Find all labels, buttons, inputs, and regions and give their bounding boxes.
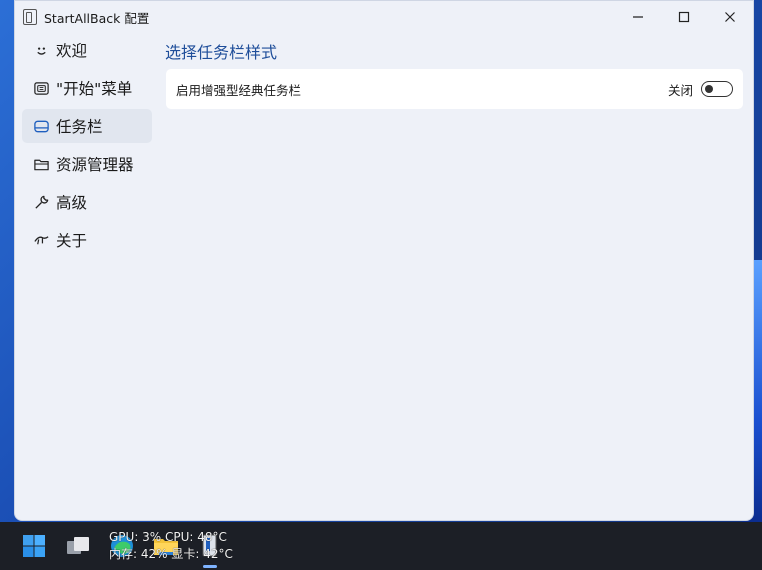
minimize-button[interactable] xyxy=(615,1,661,33)
sidebar-item-label: 欢迎 xyxy=(56,42,88,60)
task-view-button[interactable] xyxy=(64,532,92,560)
sys-info-line-2: 内存: 42% 显卡: 42°C xyxy=(109,547,233,561)
enhanced-taskbar-setting: 启用增强型经典任务栏 关闭 xyxy=(166,69,743,109)
setting-label: 启用增强型经典任务栏 xyxy=(176,82,302,98)
sidebar-item-advanced[interactable]: 高级 xyxy=(22,185,152,219)
sidebar-item-label: 高级 xyxy=(56,194,88,212)
active-app-indicator xyxy=(203,565,217,568)
enhanced-taskbar-toggle[interactable] xyxy=(701,81,733,97)
sidebar-item-label: "开始"菜单 xyxy=(56,80,133,98)
folder-icon xyxy=(32,155,50,173)
sidebar-item-label: 资源管理器 xyxy=(56,156,134,174)
sidebar-item-about[interactable]: 关于 xyxy=(22,223,152,257)
smile-icon xyxy=(32,41,50,59)
windows-logo-icon xyxy=(23,535,45,557)
wrench-icon xyxy=(32,193,50,211)
close-button[interactable] xyxy=(707,1,753,33)
system-monitor-text: GPU: 3% CPU: 48°C 内存: 42% 显卡: 42°C xyxy=(109,529,233,563)
sidebar-item-label: 关于 xyxy=(56,232,88,250)
close-icon xyxy=(725,12,735,22)
window-title: StartAllBack 配置 xyxy=(44,10,150,26)
taskbar-icon xyxy=(32,117,50,135)
toggle-state-label: 关闭 xyxy=(667,82,693,98)
system-taskbar: GPU: 3% CPU: 48°C 内存: 42% 显卡: 42°C xyxy=(0,522,762,570)
minimize-icon xyxy=(633,16,643,18)
sidebar-item-taskbar[interactable]: 任务栏 xyxy=(22,109,152,143)
sidebar-nav: 欢迎 "开始"菜单 任务栏 资源管理器 高级 关于 xyxy=(22,33,152,261)
sidebar-item-welcome[interactable]: 欢迎 xyxy=(22,33,152,67)
start-menu-icon xyxy=(32,79,50,97)
task-view-icon xyxy=(67,537,89,554)
toggle-knob xyxy=(705,84,713,93)
maximize-icon xyxy=(678,11,690,23)
window-controls xyxy=(615,1,753,33)
about-icon xyxy=(32,231,50,249)
main-content: 选择任务栏样式 启用增强型经典任务栏 关闭 xyxy=(165,33,743,109)
sidebar-item-label: 任务栏 xyxy=(56,118,103,136)
section-title: 选择任务栏样式 xyxy=(165,43,278,62)
sys-info-line-1: GPU: 3% CPU: 48°C xyxy=(109,530,227,544)
app-window: StartAllBack 配置 欢迎 "开始"菜单 任务栏 资源管理器 高级 关… xyxy=(14,0,754,521)
sidebar-item-start-menu[interactable]: "开始"菜单 xyxy=(22,71,152,105)
sidebar-item-explorer[interactable]: 资源管理器 xyxy=(22,147,152,181)
app-icon xyxy=(23,9,37,25)
maximize-button[interactable] xyxy=(661,1,707,33)
title-bar[interactable]: StartAllBack 配置 xyxy=(15,1,753,33)
start-button[interactable] xyxy=(20,532,48,560)
